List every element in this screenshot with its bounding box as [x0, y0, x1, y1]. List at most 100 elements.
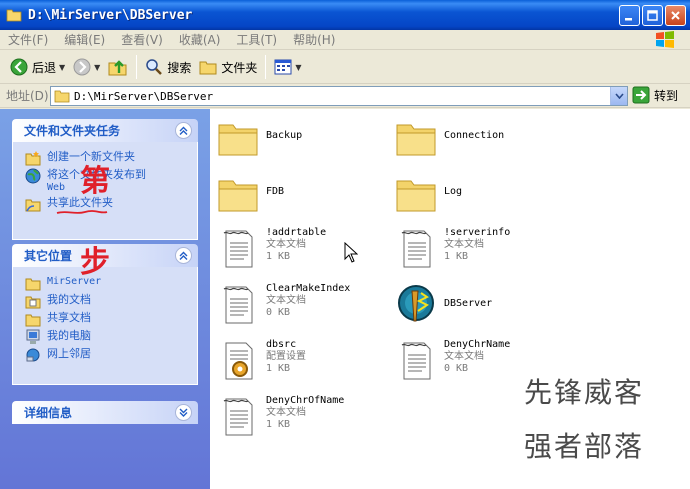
views-icon [274, 59, 292, 75]
file-tasks-title: 文件和文件夹任务 [24, 124, 121, 138]
menu-favorites[interactable]: 收藏(A) [171, 31, 229, 48]
annotation-char-2: 步 [80, 245, 110, 280]
menu-file[interactable]: 文件(F) [0, 31, 56, 48]
file-name: DBServer [444, 298, 493, 309]
file-name: FDB [266, 186, 285, 197]
shared-folder-icon [25, 199, 41, 212]
dropdown-arrow-icon[interactable]: ▼ [94, 63, 100, 72]
minimize-button[interactable] [619, 5, 640, 26]
file-name: !serverinfo [444, 227, 511, 238]
computer-icon [26, 329, 40, 344]
application-item[interactable]: DBServer [394, 283, 492, 327]
forward-arrow-icon [73, 58, 91, 76]
place-my-computer[interactable]: 我的电脑 [25, 329, 197, 345]
file-item[interactable]: dbsrc 配置设置 1 KB [216, 339, 306, 383]
collapse-chevron-icon[interactable] [175, 247, 192, 264]
maximize-button[interactable] [642, 5, 663, 26]
shared-documents-icon [25, 314, 41, 327]
toolbar: 后退 ▼ ▼ 搜索 文件夹 ▼ [0, 51, 690, 84]
menu-view[interactable]: 查看(V) [113, 31, 171, 48]
search-button[interactable]: 搜索 [141, 54, 195, 80]
collapse-chevron-icon[interactable] [175, 122, 192, 139]
file-name: Log [444, 186, 463, 197]
folder-item[interactable]: Connection [394, 115, 504, 159]
file-item[interactable]: ClearMakeIndex 文本文档 0 KB [216, 283, 350, 327]
folders-label: 文件夹 [221, 60, 258, 75]
file-size: 1 KB [266, 419, 291, 430]
file-item[interactable]: !addrtable 文本文档 1 KB [216, 227, 326, 271]
address-label: 地址(D) [6, 89, 49, 103]
views-button[interactable]: ▼ [270, 54, 305, 80]
dropdown-arrow-icon[interactable]: ▼ [59, 63, 65, 72]
file-list: Backup Connection FDB Log !addrtable 文本文… [210, 109, 690, 489]
folders-icon [199, 61, 217, 75]
file-type: 文本文档 [266, 239, 306, 250]
folder-item[interactable]: Log [394, 171, 462, 215]
expand-chevron-icon[interactable] [175, 404, 192, 421]
menu-bar: 文件(F) 编辑(E) 查看(V) 收藏(A) 工具(T) 帮助(H) [0, 30, 690, 50]
watermark-line-1: 先锋威客 [524, 376, 645, 409]
go-arrow-icon [632, 86, 650, 104]
folders-button[interactable]: 文件夹 [195, 54, 261, 80]
chevron-down-icon [614, 93, 624, 99]
place-mirserver[interactable]: MirServer [25, 275, 197, 291]
search-icon [146, 59, 163, 75]
close-button[interactable] [665, 5, 686, 26]
forward-button[interactable]: ▼ [69, 54, 104, 80]
watermark-line-2: 强者部落 [524, 430, 645, 463]
details-header[interactable]: 详细信息 [12, 401, 198, 424]
toolbar-separator [136, 55, 138, 79]
new-folder-icon [25, 151, 41, 166]
task-publish-web[interactable]: 将这个文件夹发布到 Web [25, 168, 197, 194]
folder-item[interactable]: Backup [216, 115, 302, 159]
place-my-documents-label: 我的文档 [47, 293, 91, 306]
back-button[interactable]: 后退 ▼ [6, 54, 69, 80]
address-dropdown-button[interactable] [610, 87, 627, 105]
file-item[interactable]: !serverinfo 文本文档 1 KB [394, 227, 510, 271]
place-shared-documents-label: 共享文档 [47, 311, 91, 324]
place-shared-documents[interactable]: 共享文档 [25, 311, 197, 327]
mouse-cursor-icon [344, 242, 358, 263]
go-button[interactable]: 转到 [632, 86, 678, 104]
file-size: 0 KB [444, 363, 469, 374]
file-name: dbsrc [266, 339, 297, 350]
menu-help[interactable]: 帮助(H) [285, 31, 343, 48]
task-new-folder[interactable]: 创建一个新文件夹 [25, 150, 197, 166]
address-input[interactable]: D:\MirServer\DBServer [50, 86, 628, 106]
place-network[interactable]: 网上邻居 [25, 347, 197, 363]
text-document-icon [401, 230, 431, 268]
file-type: 文本文档 [444, 351, 484, 362]
window-title: D:\MirServer\DBServer [28, 7, 193, 23]
dbserver-app-icon [398, 285, 434, 322]
menu-tools[interactable]: 工具(T) [228, 31, 285, 48]
my-documents-icon [25, 296, 41, 309]
annotation-underline [56, 210, 108, 214]
task-pane: 文件和文件夹任务 创建一个新文件夹 将这个文件夹发布到 Web 共享此文件夹 其… [0, 109, 210, 489]
file-tasks-header[interactable]: 文件和文件夹任务 [12, 119, 198, 142]
file-name: DenyChrOfName [266, 395, 345, 406]
dropdown-arrow-icon[interactable]: ▼ [295, 63, 301, 72]
toolbar-separator [265, 55, 267, 79]
menu-edit[interactable]: 编辑(E) [56, 31, 113, 48]
file-item[interactable]: DenyChrName 文本文档 0 KB [394, 339, 510, 383]
title-bar[interactable]: D:\MirServer\DBServer [0, 0, 690, 30]
folder-item[interactable]: FDB [216, 171, 284, 215]
back-arrow-icon [10, 58, 28, 76]
up-folder-icon [108, 60, 127, 76]
file-size: 1 KB [444, 251, 469, 262]
search-label: 搜索 [167, 60, 192, 75]
text-document-icon [401, 342, 431, 380]
file-type: 文本文档 [266, 407, 306, 418]
up-folder-button[interactable] [104, 54, 132, 80]
file-item[interactable]: DenyChrOfName 文本文档 1 KB [216, 395, 344, 439]
file-type: 文本文档 [266, 295, 306, 306]
file-size: 0 KB [266, 307, 291, 318]
annotation-char-1: 第 [80, 164, 110, 199]
other-places-title: 其它位置 [24, 249, 73, 263]
file-name: DenyChrName [444, 339, 511, 350]
folder-icon [218, 124, 258, 156]
folder-icon [396, 124, 436, 156]
file-name: Backup [266, 130, 303, 141]
file-name: Connection [444, 130, 505, 141]
place-my-documents[interactable]: 我的文档 [25, 293, 197, 309]
